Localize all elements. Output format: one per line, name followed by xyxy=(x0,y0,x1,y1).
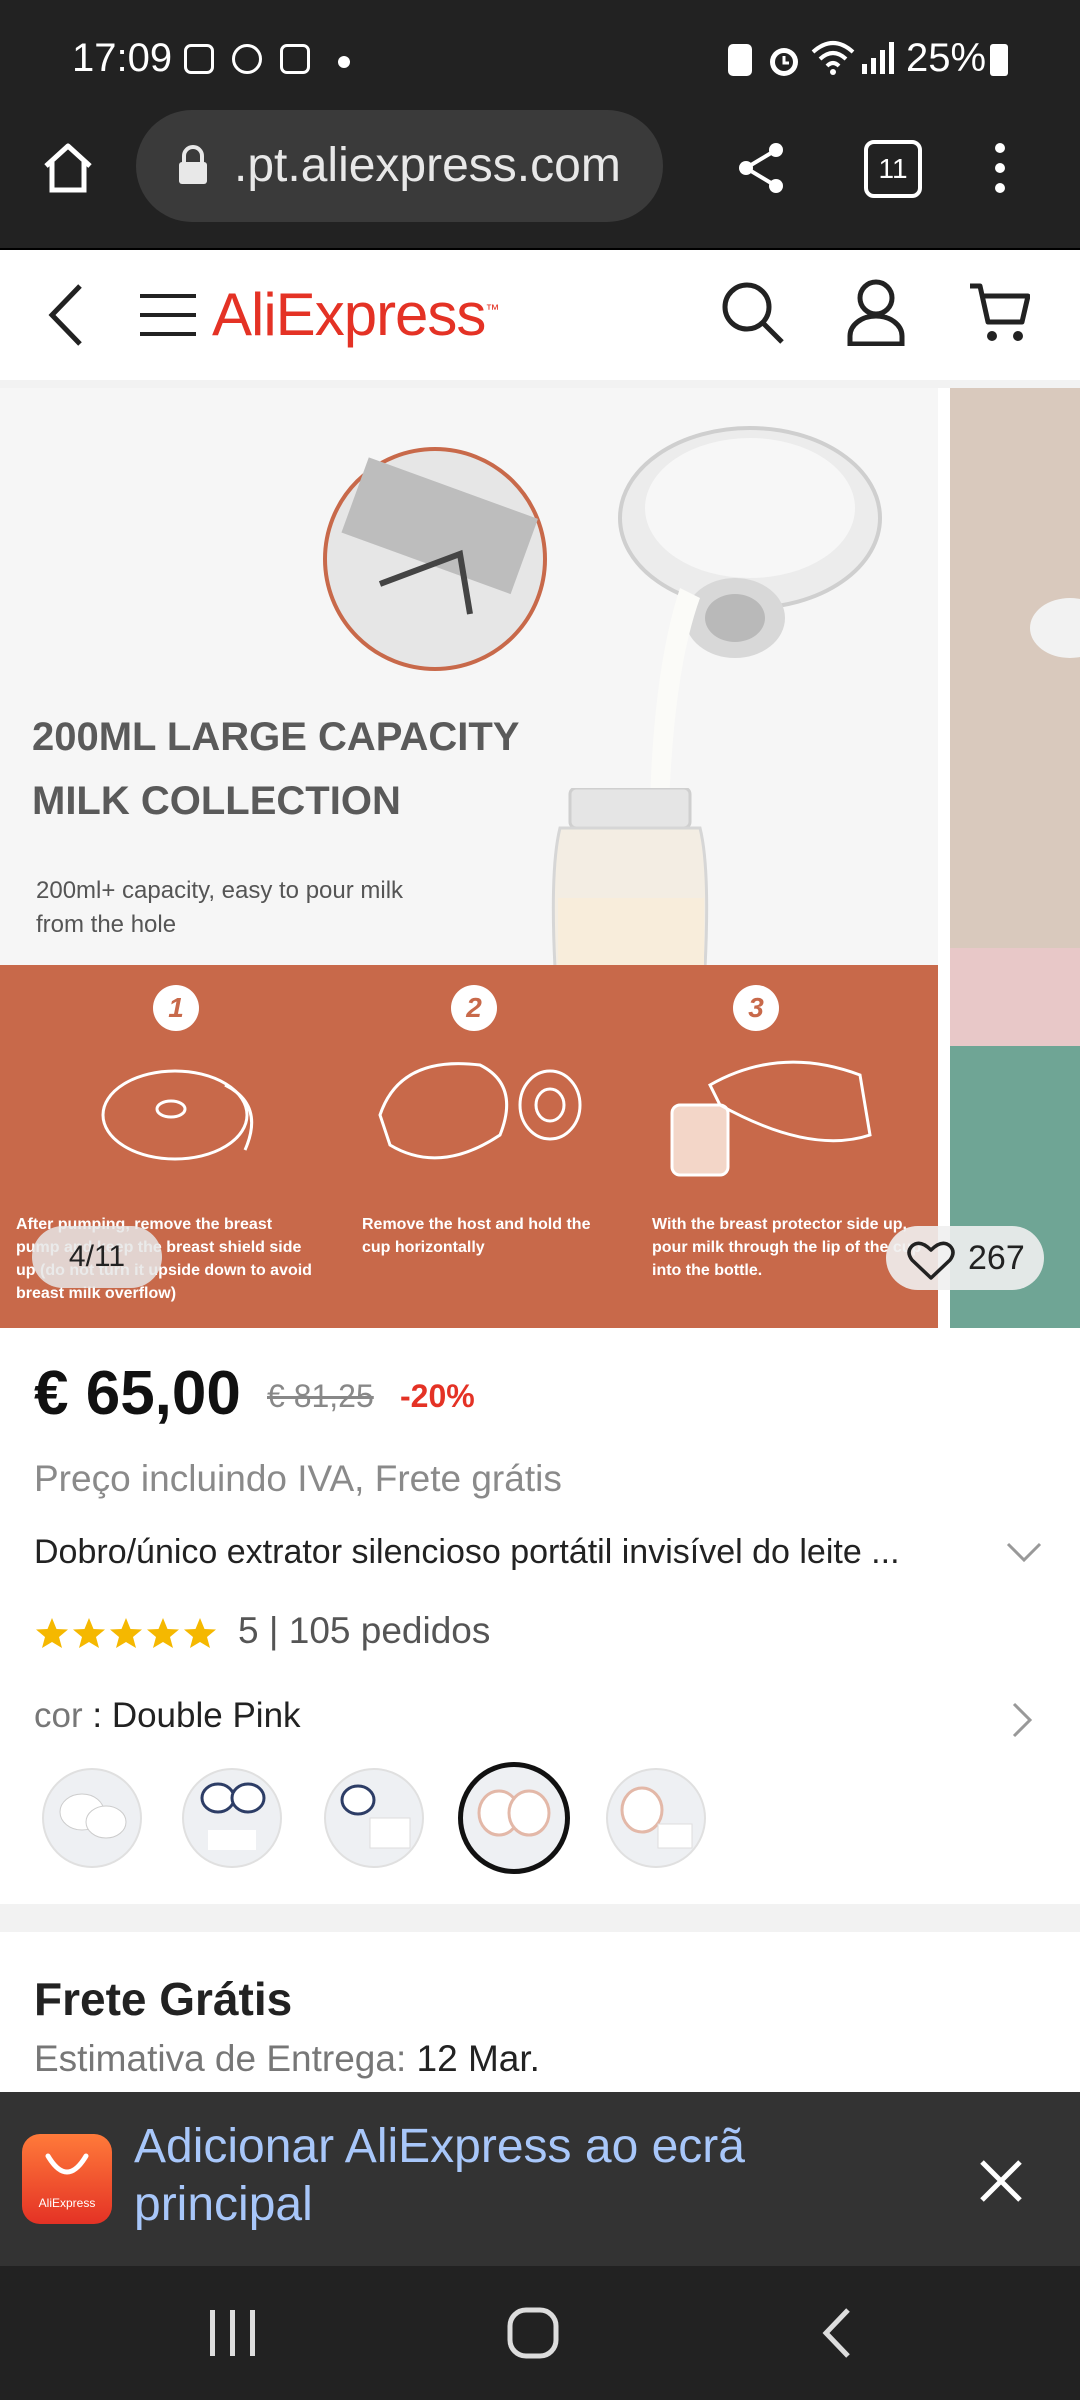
battery-percent: 25% xyxy=(906,36,987,80)
star-icon xyxy=(147,1618,179,1648)
thumb-image xyxy=(59,1793,127,1839)
delivery-estimate-value: 12 Mar. xyxy=(416,2038,540,2079)
more-notifications-icon xyxy=(338,56,350,68)
aliexpress-app-icon: AliExpress xyxy=(22,2134,112,2224)
product-title-row[interactable]: Dobro/único extrator silencioso portátil… xyxy=(34,1526,1044,1586)
site-header: AliExpress™ xyxy=(0,250,1080,380)
delivery-estimate-label: Estimativa de Entrega: xyxy=(34,2038,407,2079)
star-icons xyxy=(36,1618,216,1648)
instagram-notification-icon xyxy=(280,44,310,74)
product-title: Dobro/único extrator silencioso portátil… xyxy=(34,1533,900,1571)
section-divider xyxy=(0,1904,1080,1932)
step-1-illustration xyxy=(101,1069,254,1161)
chrome-notification-icon xyxy=(232,44,262,74)
thumb-image xyxy=(477,1789,551,1837)
search-icon[interactable] xyxy=(720,280,786,346)
address-bar[interactable]: .pt.aliexpress.com xyxy=(136,110,663,222)
thumb-image xyxy=(340,1784,411,1849)
wishlist-button[interactable]: 267 xyxy=(886,1226,1044,1290)
more-options-icon[interactable] xyxy=(980,140,1020,196)
wishlist-count: 267 xyxy=(968,1239,1025,1277)
next-image-fur xyxy=(950,948,1080,1046)
logo-tm: ™ xyxy=(485,301,499,317)
rating-and-orders: 5 | 105 pedidos xyxy=(238,1610,491,1651)
url-text: .pt.aliexpress.com xyxy=(234,139,621,192)
original-price: € 81,25 xyxy=(267,1378,374,1414)
color-label: cor xyxy=(34,1696,83,1735)
color-option-2[interactable] xyxy=(182,1768,282,1868)
vat-shipping-note: Preço incluindo IVA, Frete grátis xyxy=(34,1458,562,1499)
color-option-1[interactable] xyxy=(42,1768,142,1868)
wifi-icon xyxy=(811,41,855,75)
shopping-bag-icon xyxy=(45,2153,89,2175)
image-headline-1: 200ML LARGE CAPACITY xyxy=(32,715,520,759)
thumb-image xyxy=(200,1782,266,1850)
image-headline-2: MILK COLLECTION xyxy=(32,779,401,823)
step-2-text: Remove the host and hold the cup horizon… xyxy=(362,1216,591,1256)
heart-icon xyxy=(907,1241,955,1280)
chevron-right-icon[interactable] xyxy=(1010,1702,1034,1738)
menu-icon[interactable] xyxy=(138,290,198,340)
color-option-3[interactable] xyxy=(324,1768,424,1868)
cart-icon[interactable] xyxy=(968,280,1030,346)
bottle-illustration xyxy=(551,788,709,968)
step-3-illustration xyxy=(670,1060,872,1177)
close-icon[interactable] xyxy=(978,2158,1024,2204)
logo-text: AliExpress xyxy=(212,281,486,348)
star-icon xyxy=(110,1618,142,1648)
thumb-image xyxy=(620,1786,693,1849)
step-3-number: 3 xyxy=(733,985,779,1031)
image-subline: 200ml+ capacity, easy to pour milk from … xyxy=(36,877,404,938)
image-counter: 4/11 xyxy=(32,1226,162,1288)
current-price: € 65,00 xyxy=(34,1359,241,1428)
app-icon-label: AliExpress xyxy=(38,2196,96,2210)
color-selector-row[interactable]: cor : Double Pink xyxy=(34,1692,1044,1748)
tab-switcher-button[interactable]: 11 xyxy=(864,140,922,198)
header-divider xyxy=(0,380,1080,388)
browser-toolbar: .pt.aliexpress.com 11 xyxy=(0,110,1080,250)
add-to-home-screen-text[interactable]: Adicionar AliExpress ao ecrã principal xyxy=(134,2118,854,2234)
status-time: 17:09 xyxy=(72,36,173,80)
system-navigation-bar xyxy=(0,2266,1080,2400)
share-icon[interactable] xyxy=(734,140,790,196)
lock-icon xyxy=(179,145,207,184)
account-icon[interactable] xyxy=(846,278,906,346)
rating-stars xyxy=(34,1614,224,1659)
step-2-number: 2 xyxy=(451,985,497,1031)
battery-icon xyxy=(990,44,1008,76)
aliexpress-logo[interactable]: AliExpress™ xyxy=(212,280,499,349)
chevron-down-icon[interactable] xyxy=(1006,1540,1042,1564)
color-selection: cor : Double Pink xyxy=(34,1696,301,1736)
star-icon xyxy=(184,1618,216,1648)
step-3-text: With the breast protector side up, pour … xyxy=(652,1216,922,1279)
gallery-notification-icon xyxy=(184,44,214,74)
detail-zoom-illustration xyxy=(323,447,547,671)
shipping-title: Frete Grátis xyxy=(34,1973,293,2025)
product-image[interactable]: 200ML LARGE CAPACITY MILK COLLECTION 200… xyxy=(0,388,938,1328)
signal-icon xyxy=(862,42,894,74)
color-option-5[interactable] xyxy=(606,1768,706,1868)
recent-apps-icon[interactable] xyxy=(206,2306,260,2360)
color-separator: : xyxy=(82,1696,112,1735)
product-image-gallery[interactable]: 200ML LARGE CAPACITY MILK COLLECTION 200… xyxy=(0,388,1080,1328)
step-1-number: 1 xyxy=(153,985,199,1031)
next-image-detail xyxy=(1030,598,1080,658)
color-value: Double Pink xyxy=(111,1696,301,1735)
discount-badge: -20% xyxy=(400,1378,475,1414)
add-to-home-screen-banner[interactable]: AliExpress Adicionar AliExpress ao ecrã … xyxy=(0,2092,1080,2266)
delivery-estimate-space xyxy=(406,2038,416,2079)
star-icon xyxy=(73,1618,105,1648)
home-button-icon[interactable] xyxy=(506,2306,560,2360)
home-icon[interactable] xyxy=(40,140,96,196)
image-top-panel: 200ML LARGE CAPACITY MILK COLLECTION 200… xyxy=(0,388,938,968)
delivery-estimate: Estimativa de Entrega: 12 Mar. xyxy=(34,2038,540,2080)
step-2-illustration xyxy=(378,1062,582,1160)
color-option-4-selected[interactable] xyxy=(458,1762,570,1874)
alarm-icon xyxy=(770,48,798,76)
back-button-icon[interactable] xyxy=(818,2306,858,2360)
battery-saver-icon xyxy=(728,44,752,76)
star-icon xyxy=(36,1618,68,1648)
back-icon[interactable] xyxy=(42,280,88,350)
status-bar: 17:09 25% xyxy=(0,0,1080,110)
